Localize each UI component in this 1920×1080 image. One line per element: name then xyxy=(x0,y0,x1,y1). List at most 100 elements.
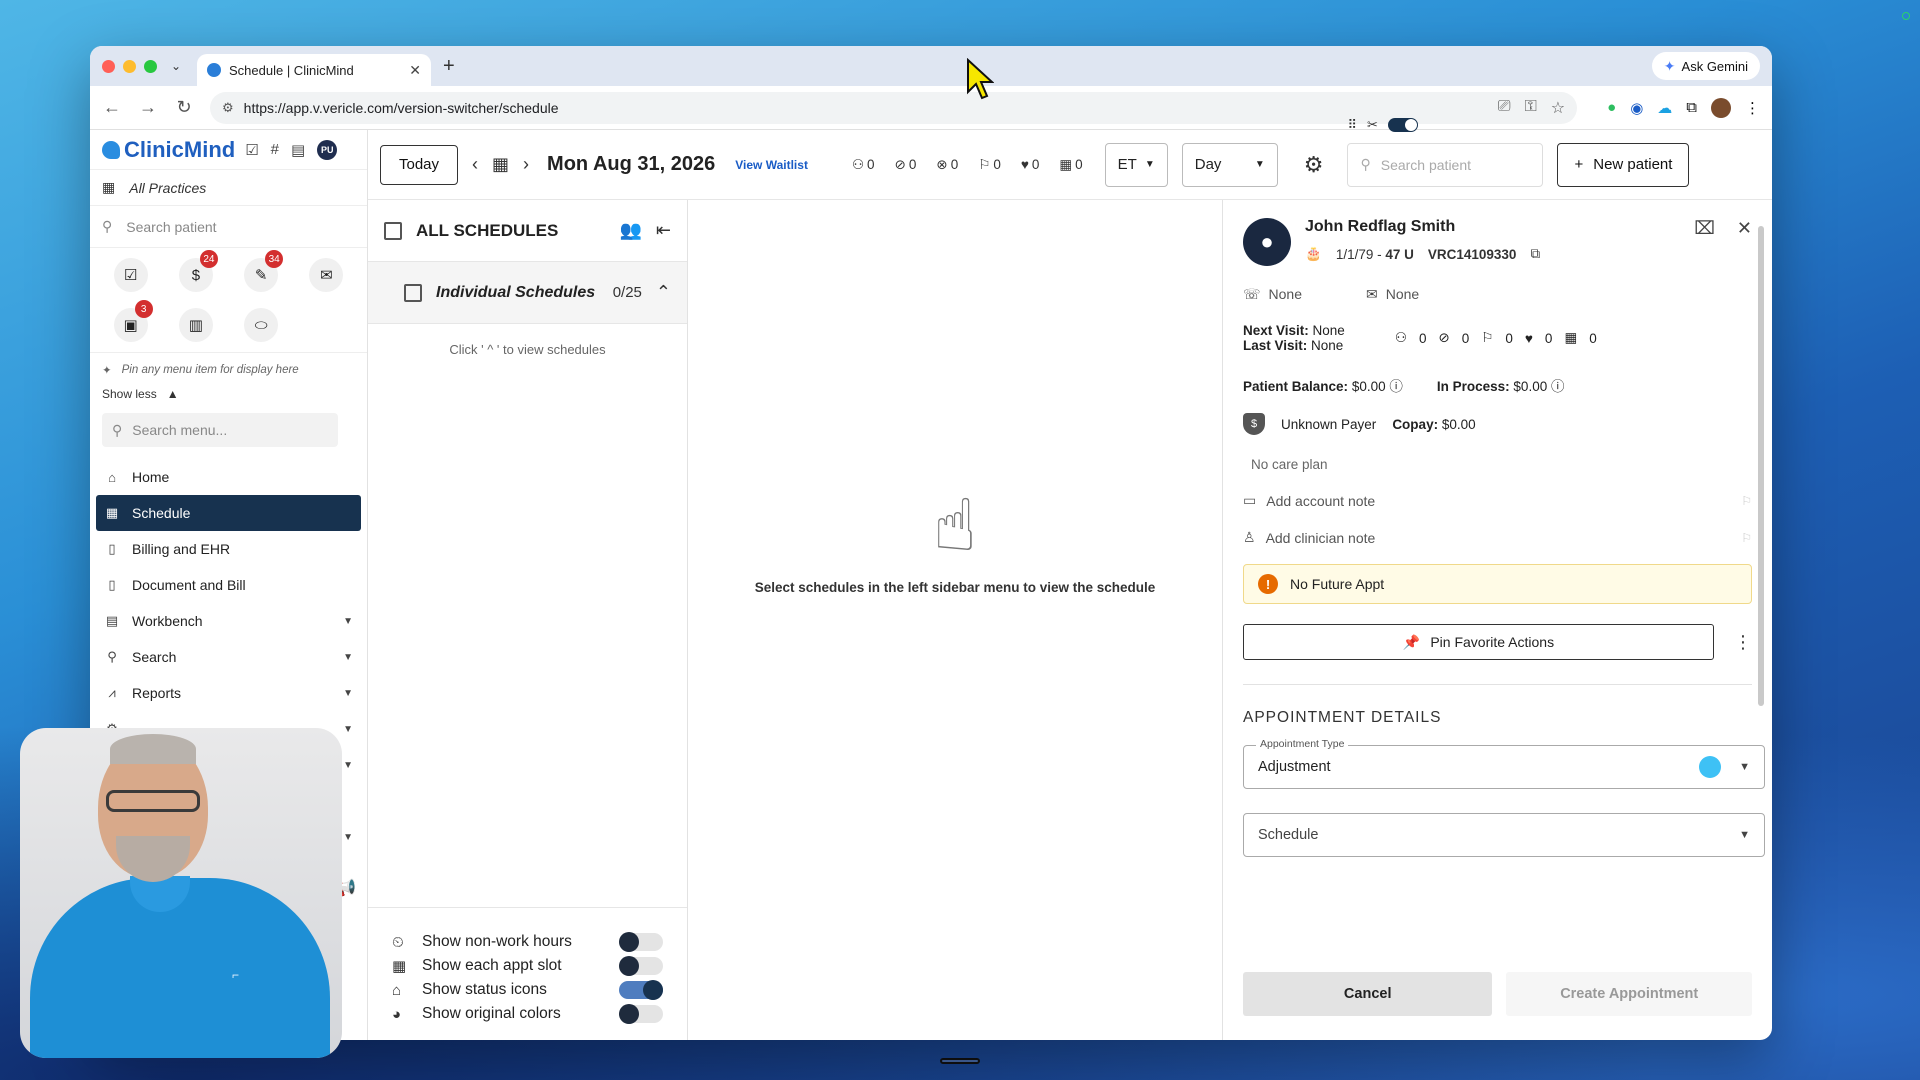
tag-icon: ⌂ xyxy=(392,981,402,999)
today-button[interactable]: Today xyxy=(380,144,459,185)
chart-icon: ⩘ xyxy=(108,685,116,700)
profile-avatar[interactable] xyxy=(1711,97,1731,118)
patient-panel-scrollbar[interactable] xyxy=(1758,226,1764,706)
onepassword-extension-icon[interactable]: ◉ xyxy=(1630,99,1643,117)
view-waitlist-link[interactable]: View Waitlist xyxy=(735,158,808,172)
each-appt-slot-switch[interactable] xyxy=(619,956,663,976)
toolbar-patient-search[interactable]: ⚲ Search patient xyxy=(1347,142,1544,187)
hashtag-icon[interactable]: # xyxy=(271,141,279,158)
task-check-icon[interactable]: ☑ xyxy=(245,141,258,159)
flag-icon[interactable]: ⚐ xyxy=(1741,494,1752,508)
show-less-toggle[interactable]: Show less ▲ xyxy=(90,383,367,405)
flag-icon[interactable]: ⚐ xyxy=(1741,531,1752,545)
patient-balance: Patient Balance: $0.00 ⓘ xyxy=(1243,375,1403,395)
sidebar-item-search[interactable]: ⚲ Search ▼ xyxy=(96,639,361,675)
non-work-hours-switch[interactable] xyxy=(619,932,663,952)
password-key-icon[interactable]: ⚿ xyxy=(1525,98,1537,118)
status-icons-switch[interactable] xyxy=(619,980,663,1000)
clock-briefcase-icon: ⏲ xyxy=(392,933,404,951)
group-users-icon[interactable]: 👥 xyxy=(619,220,641,241)
sidebar-item-document-bill[interactable]: ▯ Document and Bill xyxy=(96,567,361,603)
quick-action-pill[interactable]: ⬭ xyxy=(229,308,294,342)
quick-action-notes[interactable]: ✎ 34 xyxy=(229,250,294,292)
quick-action-briefcase[interactable]: ▥ xyxy=(163,308,228,342)
payer-name[interactable]: Unknown Payer xyxy=(1281,417,1376,432)
chevron-left-icon[interactable]: ‹ xyxy=(472,154,478,175)
collapse-panel-icon[interactable]: ⇤ xyxy=(656,220,671,241)
more-options-icon[interactable]: ⋮ xyxy=(1734,632,1752,653)
calendar-picker-icon[interactable]: ▦ xyxy=(492,154,509,175)
note-icon: ▭ xyxy=(1243,492,1257,508)
close-icon[interactable]: ✕ xyxy=(1737,218,1752,239)
new-patient-button[interactable]: + New patient xyxy=(1557,142,1690,187)
mail-icon: ✉ xyxy=(309,258,344,292)
browser-menu-icon[interactable]: ⋮ xyxy=(1745,99,1760,117)
view-select[interactable]: Day ▼ xyxy=(1181,142,1278,187)
layout-toggle-icon[interactable]: ▤ xyxy=(291,141,305,159)
chevron-right-icon[interactable]: › xyxy=(523,154,529,175)
cancel-button[interactable]: Cancel xyxy=(1243,972,1493,1016)
add-account-note[interactable]: ▭ Add account note ⚐ xyxy=(1243,492,1752,509)
browser-tab[interactable]: Schedule | ClinicMind ✕ xyxy=(197,54,431,86)
settings-gear-icon[interactable]: ⚙ xyxy=(1304,152,1324,178)
new-tab-button[interactable]: + xyxy=(443,55,455,78)
mini-toggle-switch[interactable] xyxy=(1387,117,1418,132)
tab-search-icon[interactable]: ⌄ xyxy=(171,59,191,73)
reload-icon[interactable]: ↻ xyxy=(174,97,194,118)
dock-handle[interactable] xyxy=(940,1058,980,1064)
tab-bar: ⌄ Schedule | ClinicMind ✕ + ✦ Ask Gemini xyxy=(90,46,1772,86)
salesforce-extension-icon[interactable]: ☁ xyxy=(1657,99,1672,117)
schedule-select[interactable]: Schedule ▼ xyxy=(1243,813,1765,857)
ask-gemini-button[interactable]: ✦ Ask Gemini xyxy=(1651,52,1760,80)
next-visit: Next Visit: None xyxy=(1243,323,1345,338)
evernote-extension-icon[interactable]: ● xyxy=(1607,99,1616,116)
sidebar-item-schedule[interactable]: ▦ Schedule xyxy=(96,495,361,531)
sidebar-patient-search[interactable]: ⚲ Search patient xyxy=(90,206,367,248)
sidebar-item-workbench[interactable]: ▤ Workbench ▼ xyxy=(96,603,361,639)
stat-value: 0 xyxy=(950,157,959,172)
quick-action-cards[interactable]: ▣ 3 xyxy=(98,300,163,342)
timezone-select[interactable]: ET ▼ xyxy=(1104,142,1168,187)
minimize-window-button[interactable] xyxy=(123,59,136,73)
add-clinician-note[interactable]: ♙ Add clinician note ⚐ xyxy=(1243,529,1752,546)
drag-handle-icon[interactable]: ⠿ xyxy=(1347,117,1357,133)
sidebar-item-billing-ehr[interactable]: ▯ Billing and EHR xyxy=(96,531,361,567)
close-window-button[interactable] xyxy=(102,59,115,73)
copy-icon[interactable]: ⧉ xyxy=(1530,246,1540,262)
practice-selector[interactable]: ▦ All Practices xyxy=(90,170,367,206)
original-colors-switch[interactable] xyxy=(619,1004,663,1024)
url-actions: ⎚ ⚿ ☆ xyxy=(1498,98,1565,118)
no-phone-icon[interactable]: ⌧ xyxy=(1694,218,1715,239)
cast-icon[interactable]: ⎚ xyxy=(1498,98,1511,118)
user-avatar[interactable]: PU xyxy=(317,139,338,160)
create-appointment-button[interactable]: Create Appointment xyxy=(1506,972,1752,1016)
forward-icon[interactable]: → xyxy=(138,97,158,118)
chevron-up-icon[interactable]: ⌃ xyxy=(656,282,671,303)
info-icon[interactable]: ⓘ xyxy=(1551,379,1565,394)
url-text[interactable]: https://app.v.vericle.com/version-switch… xyxy=(244,100,1488,116)
maximize-window-button[interactable] xyxy=(144,59,157,73)
clinicmind-logo[interactable]: ClinicMind xyxy=(102,137,235,163)
menu-search-input[interactable]: ⚲ Search menu... xyxy=(102,413,338,447)
individual-schedules-row[interactable]: Individual Schedules 0/25 ⌃ xyxy=(368,262,687,324)
quick-action-tasks[interactable]: ☑ xyxy=(98,258,163,292)
sidebar-item-reports[interactable]: ⩘ Reports ▼ xyxy=(96,675,361,711)
close-tab-icon[interactable]: ✕ xyxy=(409,62,421,79)
mute-icon[interactable]: ✂ xyxy=(1367,117,1378,133)
back-icon[interactable]: ← xyxy=(102,97,122,118)
appointment-type-select[interactable]: Appointment Type Adjustment ▼ xyxy=(1243,738,1765,789)
stat-value: 0 xyxy=(867,157,875,172)
all-schedules-checkbox[interactable] xyxy=(384,221,402,240)
site-info-icon[interactable]: ⚙ xyxy=(222,100,234,116)
stat-reschedule: ⊗ 0 xyxy=(936,157,958,173)
sidebar-item-home[interactable]: ⌂ Home xyxy=(96,459,361,495)
pin-favorite-actions-button[interactable]: 📌 Pin Favorite Actions xyxy=(1243,624,1714,660)
quick-action-mail[interactable]: ✉ xyxy=(294,258,359,292)
patient-name[interactable]: John Redflag Smith xyxy=(1305,218,1540,236)
extensions-puzzle-icon[interactable]: ⧉ xyxy=(1686,99,1697,116)
info-icon[interactable]: ⓘ xyxy=(1389,379,1403,394)
individual-schedules-checkbox[interactable] xyxy=(404,283,422,302)
clinicmind-favicon-icon xyxy=(207,63,221,77)
bookmark-star-icon[interactable]: ☆ xyxy=(1551,98,1565,118)
quick-action-billing[interactable]: $ 24 xyxy=(163,250,228,292)
